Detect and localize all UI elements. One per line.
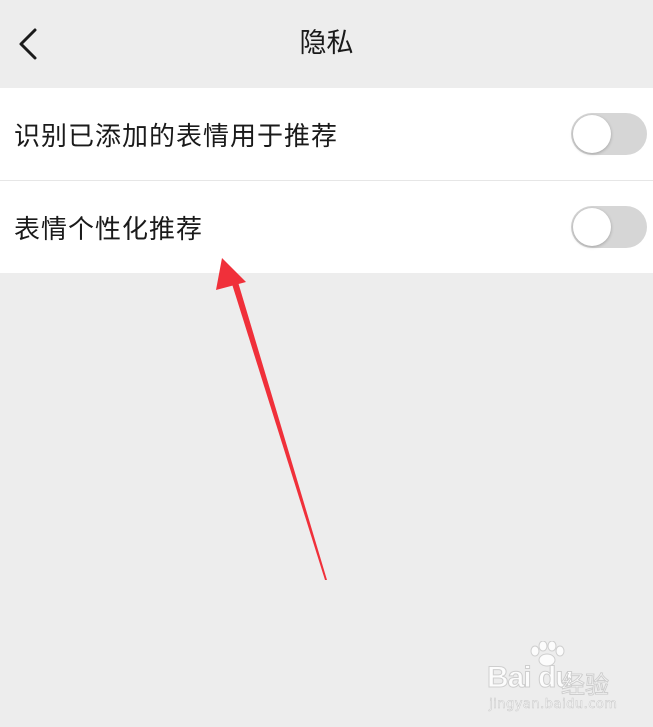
setting-label: 表情个性化推荐 (14, 214, 204, 245)
setting-row-personalized-recommendation[interactable]: 表情个性化推荐 (0, 180, 653, 273)
baidu-jingyan-watermark: Bai du 经验 jingyan.baidu.com (483, 641, 643, 717)
setting-label: 识别已添加的表情用于推荐 (14, 121, 339, 152)
emoji-recognition-toggle[interactable] (571, 113, 647, 155)
watermark-product: 经验 (561, 671, 610, 700)
page-title: 隐私 (299, 28, 354, 59)
setting-row-emoji-recognition[interactable]: 识别已添加的表情用于推荐 (0, 88, 653, 180)
toggle-knob (573, 115, 611, 153)
personalized-recommendation-toggle[interactable] (571, 206, 647, 248)
navigation-bar: 隐私 (0, 0, 653, 88)
watermark-url: jingyan.baidu.com (489, 697, 618, 713)
toggle-knob (573, 208, 611, 246)
settings-list: 识别已添加的表情用于推荐 表情个性化推荐 (0, 88, 653, 273)
watermark-brand: Bai du (487, 661, 575, 695)
